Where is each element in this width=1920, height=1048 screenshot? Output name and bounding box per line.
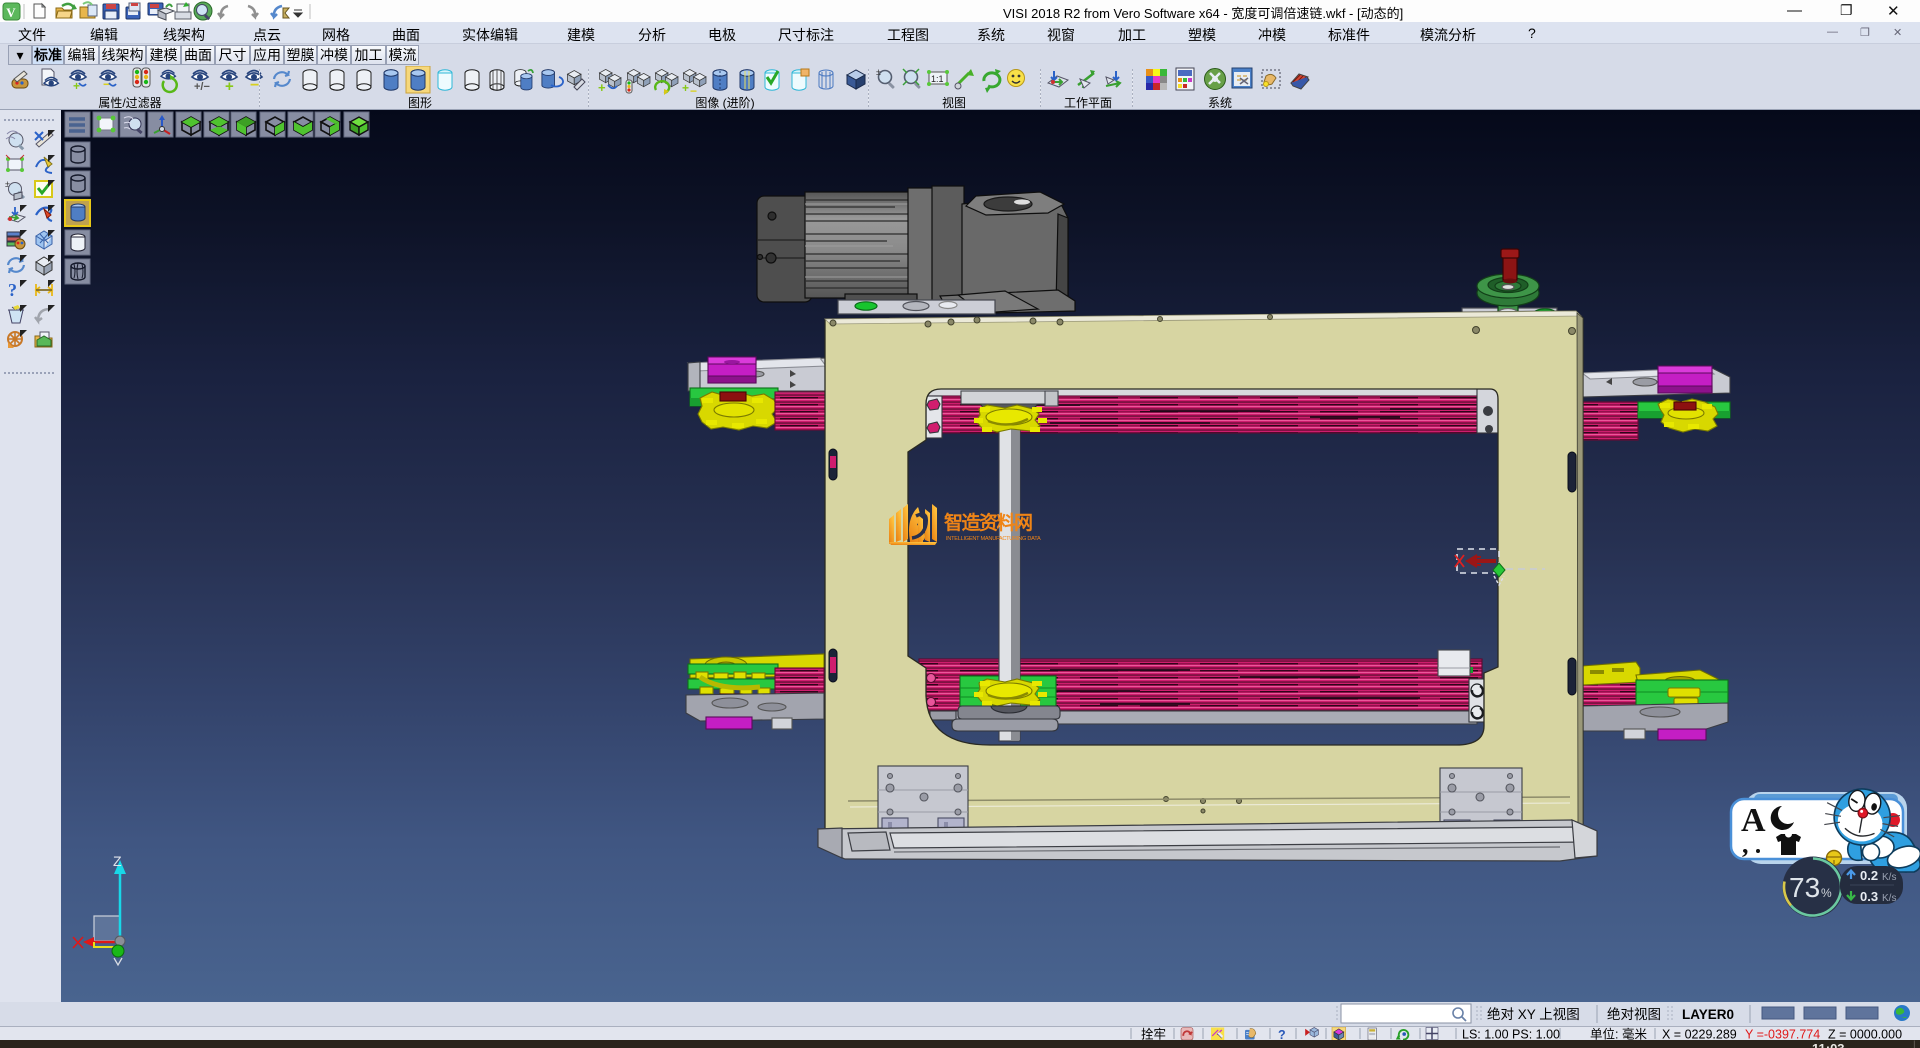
svg-text:−: − — [250, 77, 259, 94]
svg-text:0.2: 0.2 — [1860, 868, 1878, 883]
svg-text:%: % — [1821, 886, 1832, 900]
svg-text:拴牢: 拴牢 — [1141, 1027, 1166, 1041]
svg-text:±: ± — [876, 67, 881, 77]
svg-text:Z = 0000.000: Z = 0000.000 — [1828, 1028, 1902, 1042]
svg-text:绝对视图: 绝对视图 — [1607, 1007, 1661, 1022]
svg-text:?: ? — [8, 280, 17, 300]
svg-text:0.3: 0.3 — [1860, 889, 1878, 904]
svg-text:+: + — [682, 81, 689, 95]
svg-text:V: V — [6, 5, 16, 20]
svg-text:Y =-0397.774: Y =-0397.774 — [1745, 1028, 1820, 1042]
svg-text:+: + — [225, 78, 234, 95]
svg-text:K/s: K/s — [1882, 893, 1896, 904]
svg-text:绝对 XY 上视图: 绝对 XY 上视图 — [1487, 1007, 1580, 1022]
svg-text:+/−: +/− — [194, 81, 210, 93]
svg-text:73: 73 — [1789, 872, 1820, 903]
svg-text:LAYER0: LAYER0 — [1682, 1007, 1734, 1022]
svg-text:,: , — [1742, 830, 1749, 859]
svg-text:1:1: 1:1 — [931, 74, 944, 84]
svg-text:LS: 1.00 PS: 1.00: LS: 1.00 PS: 1.00 — [1462, 1028, 1560, 1042]
svg-text:K/s: K/s — [1882, 872, 1896, 883]
svg-text:X = 0229.289: X = 0229.289 — [1662, 1028, 1737, 1042]
svg-text:单位: 毫米: 单位: 毫米 — [1590, 1027, 1647, 1041]
svg-text:+: + — [73, 79, 80, 93]
svg-text:+: + — [598, 80, 606, 95]
